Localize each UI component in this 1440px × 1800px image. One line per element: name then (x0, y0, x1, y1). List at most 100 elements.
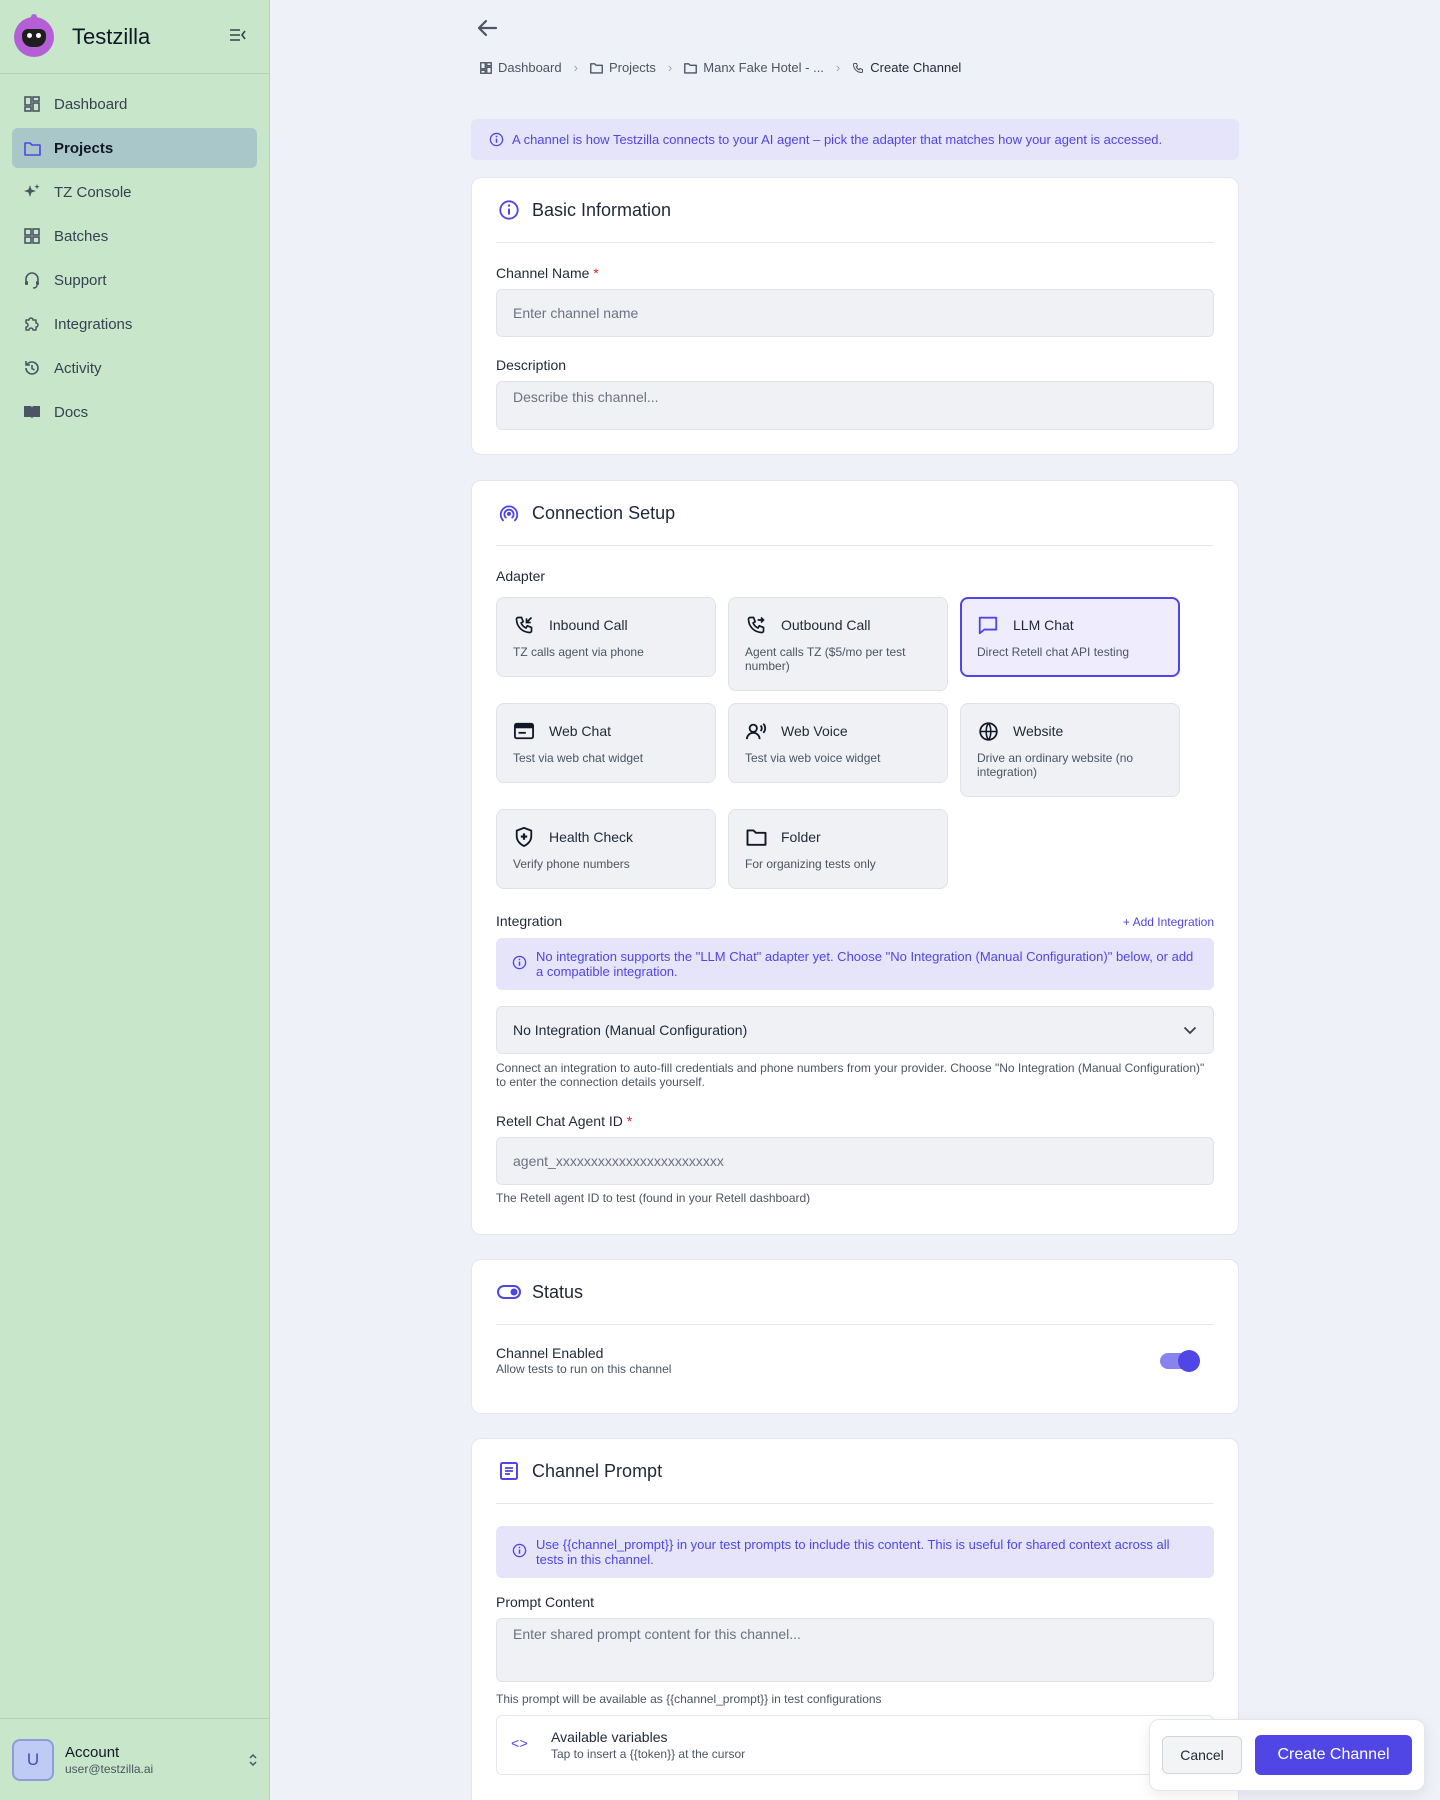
adapter-name: Folder (781, 829, 821, 845)
info-icon (496, 197, 522, 223)
chevron-down-icon (1183, 1022, 1197, 1038)
form-action-bar: Cancel Create Channel (1149, 1719, 1425, 1791)
channel-prompt-notice-text: Use {{channel_prompt}} in your test prom… (536, 1537, 1170, 1567)
sidebar-item-batches[interactable]: Batches (12, 216, 257, 256)
chevron-right-icon: › (667, 60, 673, 75)
create-channel-button[interactable]: Create Channel (1255, 1735, 1412, 1775)
channel-prompt-card: Channel Prompt Use {{channel_prompt}} in… (471, 1438, 1239, 1800)
sidebar-item-label: Support (54, 271, 107, 289)
adapter-name: Outbound Call (781, 617, 871, 633)
integration-help: Connect an integration to auto-fill cred… (496, 1061, 1205, 1089)
chevron-right-icon: › (573, 60, 578, 75)
sidebar-item-label: Integrations (54, 315, 133, 333)
browser-window-icon (513, 720, 535, 742)
adapter-name: Web Chat (549, 723, 611, 739)
breadcrumb-current: Create Channel (852, 60, 961, 75)
adapter-name: Web Voice (781, 723, 848, 739)
adapter-description: Verify phone numbers (513, 857, 630, 871)
integration-selected-value: No Integration (Manual Configuration) (513, 1022, 748, 1038)
integration-select[interactable]: No Integration (Manual Configuration) (496, 1006, 1214, 1054)
info-banner: A channel is how Testzilla connects to y… (471, 119, 1239, 160)
sidebar-item-projects[interactable]: Projects (12, 128, 257, 168)
book-icon (22, 402, 42, 422)
dashboard-icon (22, 94, 42, 114)
cancel-button[interactable]: Cancel (1162, 1736, 1242, 1774)
sidebar-item-dashboard[interactable]: Dashboard (12, 84, 257, 124)
channel-enabled-toggle[interactable] (1160, 1349, 1200, 1372)
sparkle-icon (22, 182, 42, 202)
prompt-content-input[interactable] (496, 1618, 1214, 1682)
sidebar-item-label: Dashboard (54, 95, 128, 113)
prompt-content-help: This prompt will be available as {{chann… (496, 1692, 882, 1706)
sidebar-item-activity[interactable]: Activity (12, 348, 257, 388)
voice-user-icon (745, 720, 767, 742)
card-header: Channel Prompt (496, 1439, 1214, 1504)
adapter-description: Test via web chat widget (513, 751, 644, 765)
adapter-health-check[interactable]: Health Check Verify phone numbers (496, 809, 716, 889)
toggle-icon (496, 1279, 522, 1305)
adapter-outbound-call[interactable]: Outbound Call Agent calls TZ ($5/mo per … (728, 597, 948, 691)
grid-icon (22, 226, 42, 246)
breadcrumb-project[interactable]: Manx Fake Hotel - ... (684, 60, 824, 75)
adapter-inbound-call[interactable]: Inbound Call TZ calls agent via phone (496, 597, 716, 677)
adapter-website[interactable]: Website Drive an ordinary website (no in… (960, 703, 1180, 797)
adapter-llm-chat[interactable]: LLM Chat Direct Retell chat API testing (960, 597, 1180, 677)
channel-name-label: Channel Name * (496, 265, 599, 281)
channel-name-input[interactable] (496, 289, 1214, 337)
card-header: Connection Setup (496, 481, 1214, 546)
history-icon (22, 358, 42, 378)
adapter-description: Direct Retell chat API testing (977, 645, 1130, 659)
card-header: Status (496, 1260, 1214, 1325)
sidebar-item-label: Activity (54, 359, 102, 377)
channel-enabled-label: Channel Enabled (496, 1345, 604, 1361)
adapter-description: TZ calls agent via phone (513, 645, 644, 659)
info-icon (512, 1543, 527, 1558)
folder-icon (745, 826, 767, 848)
breadcrumb-label: Manx Fake Hotel - ... (703, 60, 824, 75)
folder-icon (22, 138, 42, 158)
adapter-description: Test via web voice widget (745, 751, 881, 765)
breadcrumb-dashboard[interactable]: Dashboard (480, 60, 562, 75)
info-icon (512, 955, 527, 970)
chat-bubble-icon (977, 614, 999, 636)
integration-notice-text: No integration supports the "LLM Chat" a… (536, 949, 1194, 979)
folder-icon (590, 62, 603, 74)
description-input[interactable] (496, 381, 1214, 430)
account-email: user@testzilla.ai (65, 1761, 154, 1776)
shield-plus-icon (513, 826, 535, 848)
adapter-web-voice[interactable]: Web Voice Test via web voice widget (728, 703, 948, 783)
back-arrow-icon[interactable] (475, 16, 499, 45)
collapse-sidebar-icon[interactable] (229, 26, 247, 47)
sidebar-item-support[interactable]: Support (12, 260, 257, 300)
sidebar-item-tz-console[interactable]: TZ Console (12, 172, 257, 212)
adapter-name: Inbound Call (549, 617, 628, 633)
globe-icon (977, 720, 999, 742)
card-title: Connection Setup (532, 502, 676, 523)
card-title: Channel Prompt (532, 1460, 663, 1481)
adapter-name: LLM Chat (1013, 617, 1074, 633)
chevron-right-icon: › (835, 60, 841, 75)
available-variables[interactable]: <> Available variables Tap to insert a {… (496, 1715, 1214, 1775)
connection-setup-card: Connection Setup Adapter Inbound Call TZ… (471, 480, 1239, 1235)
adapter-web-chat[interactable]: Web Chat Test via web chat widget (496, 703, 716, 783)
agent-id-input[interactable] (496, 1137, 1214, 1185)
add-integration-link[interactable]: + Add Integration (1123, 915, 1214, 929)
integration-header: Integration + Add Integration (496, 913, 1214, 929)
breadcrumb-label: Dashboard (498, 60, 562, 75)
sidebar-nav: Dashboard Projects TZ Console Batches Su… (0, 74, 269, 446)
account-switcher[interactable]: U Account user@testzilla.ai (0, 1718, 270, 1800)
broadcast-icon (496, 500, 522, 526)
breadcrumb-projects[interactable]: Projects (590, 60, 656, 75)
agent-id-label: Retell Chat Agent ID * (496, 1113, 633, 1129)
status-card: Status Channel Enabled Allow tests to ru… (471, 1259, 1239, 1414)
basic-information-card: Basic Information Channel Name * Descrip… (471, 177, 1239, 455)
adapter-folder[interactable]: Folder For organizing tests only (728, 809, 948, 889)
puzzle-icon (22, 314, 42, 334)
sidebar-item-docs[interactable]: Docs (12, 392, 257, 432)
phone-outgoing-icon (745, 614, 767, 636)
dashboard-icon (480, 61, 492, 74)
document-icon (496, 1458, 522, 1484)
channel-enabled-row: Channel Enabled Allow tests to run on th… (496, 1345, 1214, 1376)
phone-incoming-icon (513, 614, 535, 636)
sidebar-item-integrations[interactable]: Integrations (12, 304, 257, 344)
